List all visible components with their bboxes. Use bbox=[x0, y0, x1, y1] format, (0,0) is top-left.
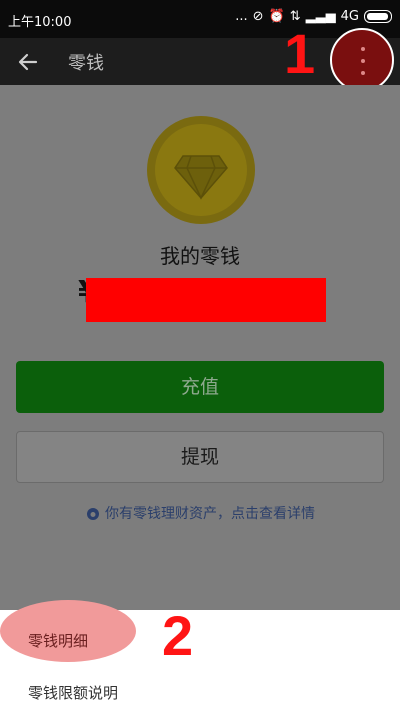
battery-icon bbox=[364, 10, 392, 23]
wealth-info-link[interactable]: 你有零钱理财资产，点击查看详情 bbox=[0, 503, 400, 523]
withdraw-button[interactable]: 提现 bbox=[16, 431, 384, 483]
recharge-button[interactable]: 充值 bbox=[16, 361, 384, 413]
more-dot-icon bbox=[361, 47, 365, 51]
options-menu: 零钱明细 2 零钱限额说明 bbox=[0, 600, 400, 718]
status-bar: 上午10:00 ... ⊘ ⏰ ⇅ ▂▃▅ 4G bbox=[0, 0, 400, 38]
coin-icon bbox=[147, 116, 255, 224]
wallet-label: 我的零钱 bbox=[160, 244, 240, 268]
more-options-button[interactable] bbox=[330, 28, 394, 92]
more-dot-icon bbox=[361, 71, 365, 75]
alarm-icon: ⏰ bbox=[268, 9, 285, 24]
status-time: 上午10:00 bbox=[8, 15, 72, 30]
wallet-content-dimmed: 我的零钱 ¥ 充值 提现 你有零钱理财资产，点击查看详情 bbox=[0, 85, 400, 610]
back-arrow-icon[interactable] bbox=[14, 48, 42, 76]
menu-item-change-details[interactable]: 零钱明细 bbox=[28, 630, 88, 651]
screen: 上午10:00 ... ⊘ ⏰ ⇅ ▂▃▅ 4G 零钱 1 我的零钱 充值 提现… bbox=[0, 0, 400, 718]
page-title: 零钱 bbox=[68, 53, 104, 74]
menu-item-limit-explanation[interactable]: 零钱限额说明 bbox=[28, 682, 118, 703]
more-dot-icon bbox=[361, 59, 365, 63]
wealth-info-text: 你有零钱理财资产，点击查看详情 bbox=[105, 506, 315, 522]
drop-icon bbox=[87, 508, 99, 520]
diamond-icon bbox=[174, 155, 228, 200]
more-dots-icon: ... bbox=[235, 9, 248, 24]
balance-redaction bbox=[86, 278, 326, 322]
annotation-step-2: 2 bbox=[162, 604, 194, 667]
network-type: 4G bbox=[340, 9, 359, 24]
mute-icon: ⊘ bbox=[252, 9, 264, 24]
annotation-step-1: 1 bbox=[284, 22, 316, 85]
